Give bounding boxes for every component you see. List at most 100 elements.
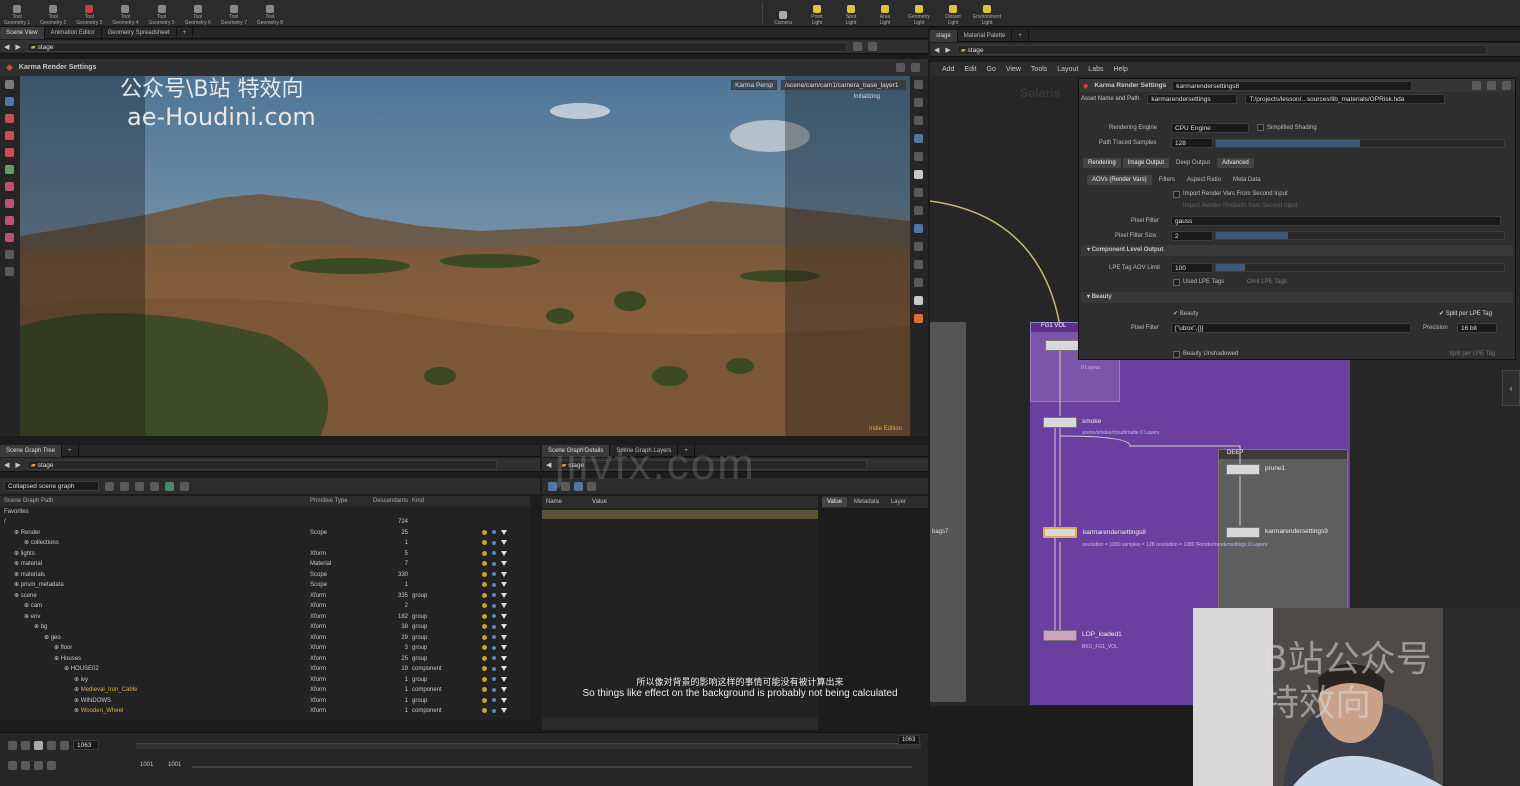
scale-tool-icon[interactable]: [5, 148, 14, 157]
expand-toggle-icon[interactable]: ⊕: [14, 530, 21, 536]
shading-icon[interactable]: [914, 134, 923, 143]
step-back-icon[interactable]: [21, 740, 30, 750]
expand-toggle-icon[interactable]: ⊕: [64, 666, 71, 672]
add-tab-button-2[interactable]: +: [62, 444, 79, 457]
table-row[interactable]: ⊕ floor Xform 3 group: [0, 643, 530, 654]
link-icon[interactable]: [914, 260, 923, 269]
light-tool-1[interactable]: Camera: [772, 0, 794, 26]
shelf-tool-2[interactable]: Tool Geometry 2: [40, 0, 66, 26]
move-tool-icon[interactable]: [5, 114, 14, 123]
expand-toggle-icon[interactable]: ⊕: [14, 551, 21, 557]
expand-toggle-icon[interactable]: ⊕: [44, 635, 51, 641]
component-section-header[interactable]: ▾ Component Level Output: [1081, 245, 1513, 256]
camera-menu[interactable]: /scene/cam/cam1/camera_base_layer1: [781, 80, 906, 90]
subtab-meta-data[interactable]: Meta Data: [1228, 175, 1266, 185]
handle-tool-icon[interactable]: [5, 165, 14, 174]
visibility-icon[interactable]: [482, 645, 487, 651]
tab-image-output[interactable]: Image Output: [1122, 158, 1170, 168]
select-icon[interactable]: [501, 561, 507, 567]
visibility-icon[interactable]: [482, 613, 487, 619]
select-icon[interactable]: [501, 634, 507, 640]
forward-arrow-icon-2[interactable]: ▶: [15, 461, 20, 469]
select-icon[interactable]: [501, 655, 507, 661]
tab-layer[interactable]: Layer: [886, 497, 911, 507]
table-row[interactable]: ⊕ collections 1: [0, 538, 530, 549]
expand-toggle-icon[interactable]: ⊕: [34, 624, 41, 630]
shelf-tool-7[interactable]: Tool Geometry 7: [221, 0, 247, 26]
expand-toggle-icon[interactable]: ⊕: [24, 603, 31, 609]
menu-item-tools[interactable]: Tools: [1031, 66, 1047, 73]
visibility-icon[interactable]: [482, 529, 487, 535]
ghost-icon[interactable]: [914, 152, 923, 161]
cursor-icon[interactable]: [180, 481, 189, 491]
header-kind[interactable]: Kind: [412, 496, 482, 506]
active-icon[interactable]: [492, 635, 496, 640]
select-icon[interactable]: [501, 592, 507, 598]
magnet-tool-icon[interactable]: [5, 233, 14, 242]
select-icon[interactable]: [501, 550, 507, 556]
used-lpe-checkbox[interactable]: [1173, 279, 1180, 286]
active-icon[interactable]: [492, 593, 496, 598]
table-row[interactable]: ⊕ prism_metadata Scope 1: [0, 580, 530, 591]
active-icon[interactable]: [492, 551, 496, 556]
table-row[interactable]: ⊕ cam Xform 2: [0, 601, 530, 612]
stop-icon[interactable]: [34, 740, 43, 750]
import-vars-checkbox[interactable]: [1173, 191, 1180, 198]
active-icon[interactable]: [492, 582, 496, 587]
table-row[interactable]: Favorites: [0, 507, 530, 517]
header-descendants[interactable]: Descendants: [362, 496, 412, 506]
pixel-filter-field[interactable]: gauss: [1171, 216, 1501, 226]
background-icon[interactable]: [914, 242, 923, 251]
camera-icon[interactable]: [914, 278, 923, 287]
active-icon[interactable]: [492, 561, 496, 566]
visibility-icon[interactable]: [482, 603, 487, 609]
render-viewport[interactable]: 公众号\B站 特效向 ae-Houdini.com Karma Persp /s…: [20, 76, 910, 436]
visibility-icon[interactable]: [482, 550, 487, 556]
table-row[interactable]: ⊕ HOUSE02 Xform 19 component: [0, 664, 530, 675]
active-icon[interactable]: [492, 540, 496, 545]
light-tool-3[interactable]: Spot Light: [840, 0, 862, 26]
record-icon[interactable]: [914, 314, 923, 323]
lighting-icon[interactable]: [914, 116, 923, 125]
jump-end-icon[interactable]: [60, 740, 69, 750]
subtab-aovs[interactable]: AOVs (Render Vars): [1087, 175, 1152, 185]
table-row[interactable]: ⊕ scene Xform 335 group: [0, 591, 530, 601]
table-row[interactable]: ⊕ Wooden_Wheel Xform 1 component: [0, 706, 530, 717]
bbox-icon[interactable]: [914, 206, 923, 215]
lpe-limit-slider[interactable]: [1215, 263, 1505, 272]
forward-arrow-icon-4[interactable]: ▶: [945, 46, 950, 54]
back-arrow-icon-2[interactable]: ◀: [4, 461, 9, 469]
menu-item-layout[interactable]: Layout: [1057, 66, 1078, 73]
realtime-icon[interactable]: [47, 761, 56, 770]
beauty-section-header[interactable]: ▾ Beauty: [1081, 292, 1513, 303]
light-tool-7[interactable]: Environment Light: [973, 0, 1001, 26]
grid-icon[interactable]: [914, 170, 923, 179]
simplified-checkbox[interactable]: [1257, 124, 1264, 131]
light-tool-icon[interactable]: [5, 267, 14, 276]
expand-icon[interactable]: [120, 481, 129, 491]
back-arrow-icon-3[interactable]: ◀: [546, 461, 551, 469]
tab-scene-graph-tree[interactable]: Scene Graph Tree: [0, 444, 63, 457]
tab-animation-editor[interactable]: Animation Editor: [45, 26, 102, 39]
visibility-icon[interactable]: [482, 561, 487, 567]
details-header-name[interactable]: Name: [546, 499, 562, 505]
gear-icon[interactable]: [896, 63, 905, 72]
menu-item-add[interactable]: Add: [942, 66, 954, 73]
select-icon[interactable]: [501, 645, 507, 651]
loop-icon[interactable]: [34, 761, 43, 770]
rotate-tool-icon[interactable]: [5, 131, 14, 140]
select-icon[interactable]: [501, 613, 507, 619]
lock-camera-icon[interactable]: [914, 98, 923, 107]
tab-rendering[interactable]: Rendering: [1083, 158, 1121, 168]
render-region-icon[interactable]: [914, 224, 923, 233]
sort-icon[interactable]: [135, 481, 144, 491]
keys-icon[interactable]: [21, 761, 30, 770]
visibility-icon[interactable]: [482, 708, 487, 714]
shelf-tool-6[interactable]: Tool Geometry 6: [185, 0, 211, 26]
expand-toggle-icon[interactable]: ⊕: [14, 593, 21, 599]
node-karmarendersettings8[interactable]: karmarendersettings8: [1043, 527, 1146, 538]
snap-tool-icon[interactable]: [5, 250, 14, 259]
add-tab-button[interactable]: +: [177, 26, 194, 39]
end-frame-marker[interactable]: 1063: [898, 735, 920, 745]
samples-field[interactable]: 128: [1171, 138, 1213, 148]
